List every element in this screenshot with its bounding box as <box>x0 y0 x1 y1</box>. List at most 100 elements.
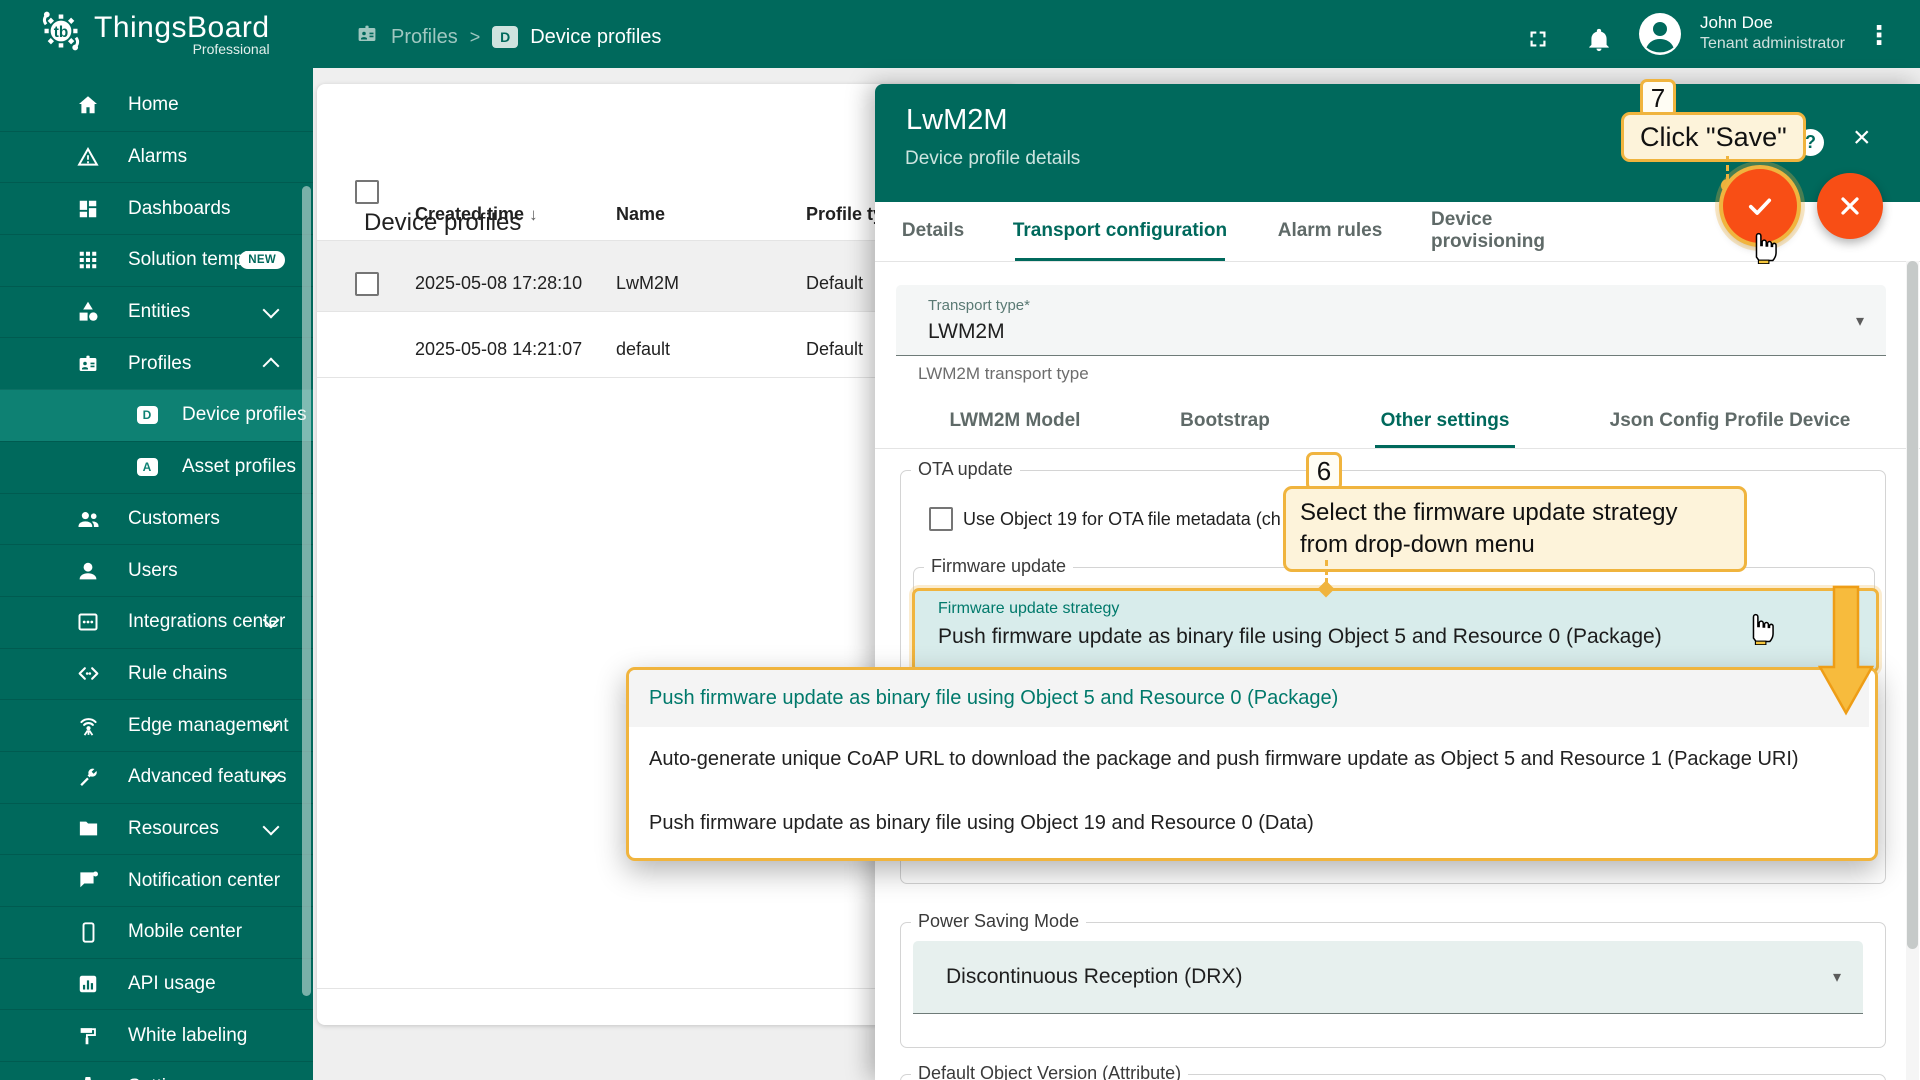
step-7-callout: Click "Save" <box>1621 112 1806 162</box>
tab-transport-configuration[interactable]: Transport configuration <box>1007 202 1233 260</box>
user-avatar[interactable] <box>1638 12 1682 61</box>
more-menu-icon[interactable]: ⋮ <box>1866 20 1892 51</box>
logo-title: ThingsBoard <box>94 11 270 45</box>
cell-profile-type[interactable]: Default <box>806 273 863 294</box>
sidebar-item-dashboards[interactable]: Dashboards <box>0 182 313 234</box>
sidebar-item-solution-templates[interactable]: Solution templates NEW <box>0 234 313 286</box>
app-logo[interactable]: tb ThingsBoard Professional <box>38 8 270 59</box>
firmware-strategy-dropdown: Push firmware update as binary file usin… <box>626 667 1878 861</box>
sidebar-item-asset-profiles[interactable]: A Asset profiles <box>0 441 313 493</box>
sidebar-item-settings[interactable]: Settings <box>0 1061 313 1080</box>
breadcrumb-current: Device profiles <box>530 26 661 49</box>
sidebar-item-rule-chains[interactable]: Rule chains <box>0 648 313 700</box>
panel-title: LwM2M <box>906 104 1008 137</box>
sub-tab-bootstrap[interactable]: Bootstrap <box>1170 396 1280 446</box>
panel-scrollbar[interactable] <box>1906 261 1919 1080</box>
sidebar-item-resources[interactable]: Resources <box>0 803 313 855</box>
sidebar-item-white-labeling[interactable]: White labeling <box>0 1009 313 1061</box>
active-sub-tab-underline <box>1375 445 1515 448</box>
transport-type-select[interactable]: Transport type* LWM2M ▾ <box>896 285 1886 356</box>
column-header-profile-type[interactable]: Profile ty <box>806 204 883 225</box>
sidebar-scrollbar[interactable] <box>302 186 311 996</box>
new-badge: NEW <box>239 251 285 269</box>
sidebar-item-alarms[interactable]: Alarms <box>0 131 313 183</box>
dropdown-option-3[interactable]: Push firmware update as binary file usin… <box>629 791 1869 855</box>
row-checkbox[interactable] <box>355 272 379 296</box>
breadcrumb-separator: > <box>470 27 481 48</box>
step-7-connector <box>1726 156 1729 180</box>
breadcrumb: Profiles > D Device profiles <box>355 22 661 52</box>
select-all-checkbox[interactable] <box>355 180 379 204</box>
user-info[interactable]: John Doe Tenant administrator <box>1700 12 1845 54</box>
sidebar-item-integrations-center[interactable]: Integrations center <box>0 596 313 648</box>
entities-icon <box>74 298 102 326</box>
default-object-version-legend: Default Object Version (Attribute) <box>911 1063 1188 1080</box>
cancel-button[interactable] <box>1817 173 1883 239</box>
chevron-down-icon <box>263 302 280 319</box>
tab-device-provisioning[interactable]: Device provisioning <box>1431 202 1611 260</box>
fullscreen-icon[interactable] <box>1528 29 1548 54</box>
breadcrumb-parent[interactable]: Profiles <box>391 26 458 49</box>
dashboards-icon <box>74 195 102 223</box>
resources-icon <box>74 815 102 843</box>
cell-created-time[interactable]: 2025-05-08 17:28:10 <box>415 273 582 294</box>
step-6-callout: Select the firmware update strategy from… <box>1283 486 1747 572</box>
sort-desc-icon: ↓ <box>529 205 538 224</box>
firmware-update-strategy-select[interactable]: Firmware update strategy Push firmware u… <box>912 588 1879 673</box>
sidebar-item-home[interactable]: Home <box>0 80 313 131</box>
column-header-created-time[interactable]: Created time ↓ <box>415 204 538 225</box>
top-header: tb ThingsBoard Professional Profiles > <box>0 0 1920 68</box>
rule-chains-icon <box>74 660 102 688</box>
default-object-version-fieldset: Default Object Version (Attribute) <box>900 1074 1886 1080</box>
sub-tab-json-config-profile-device[interactable]: Json Config Profile Device <box>1605 396 1855 446</box>
alarms-icon <box>74 143 102 171</box>
column-header-name[interactable]: Name <box>616 204 665 225</box>
dropdown-option-1[interactable]: Push firmware update as binary file usin… <box>629 670 1869 727</box>
chevron-down-icon: ▾ <box>1856 311 1864 331</box>
settings-gear-icon <box>74 1073 102 1080</box>
users-icon <box>74 557 102 585</box>
panel-scrollbar-thumb[interactable] <box>1907 261 1918 949</box>
power-saving-mode-select[interactable]: Discontinuous Reception (DRX) ▾ <box>913 941 1863 1014</box>
annotation-arrow-down <box>1810 585 1880 717</box>
edge-management-icon <box>74 712 102 740</box>
cell-profile-type[interactable]: Default <box>806 339 863 360</box>
chevron-down-icon <box>263 818 280 835</box>
panel-subtitle: Device profile details <box>905 148 1080 170</box>
cell-created-time[interactable]: 2025-05-08 14:21:07 <box>415 339 582 360</box>
asset-profiles-icon: A <box>133 453 161 481</box>
sidebar-item-advanced-features[interactable]: Advanced features <box>0 751 313 803</box>
sidebar-item-notification-center[interactable]: Notification center <box>0 854 313 906</box>
sidebar-item-edge-management[interactable]: Edge management <box>0 699 313 751</box>
home-icon <box>74 91 102 119</box>
solution-templates-icon <box>74 246 102 274</box>
user-name: John Doe <box>1700 12 1845 34</box>
sidebar-item-profiles[interactable]: Profiles <box>0 337 313 389</box>
cell-name[interactable]: default <box>616 339 670 360</box>
dropdown-option-2[interactable]: Auto-generate unique CoAP URL to downloa… <box>629 727 1869 791</box>
close-icon[interactable]: × <box>1853 123 1871 153</box>
mobile-center-icon <box>74 918 102 946</box>
tab-alarm-rules[interactable]: Alarm rules <box>1275 202 1385 260</box>
svg-text:tb: tb <box>54 24 68 41</box>
tab-details[interactable]: Details <box>893 202 973 260</box>
sidebar-item-entities[interactable]: Entities <box>0 286 313 338</box>
transport-type-hint: LWM2M transport type <box>918 364 1089 384</box>
hand-cursor <box>1745 224 1779 264</box>
ota-object19-checkbox[interactable] <box>929 507 953 531</box>
sidebar-item-device-profiles[interactable]: D Device profiles <box>0 389 313 441</box>
cell-name[interactable]: LwM2M <box>616 273 679 294</box>
check-icon <box>1743 189 1777 223</box>
active-tab-underline <box>1015 258 1225 261</box>
sub-tab-other-settings[interactable]: Other settings <box>1370 396 1520 446</box>
chevron-up-icon <box>263 357 280 374</box>
sidebar-item-users[interactable]: Users <box>0 544 313 596</box>
sidebar-item-customers[interactable]: Customers <box>0 493 313 545</box>
power-saving-mode-fieldset: Power Saving Mode Discontinuous Receptio… <box>900 922 1886 1048</box>
firmware-update-legend: Firmware update <box>924 556 1073 577</box>
sidebar-item-api-usage[interactable]: API usage <box>0 958 313 1010</box>
lwm2m-sub-tab-bar: LWM2M Model Bootstrap Other settings Jso… <box>875 396 1920 449</box>
sub-tab-lwm2m-model[interactable]: LWM2M Model <box>940 396 1090 446</box>
notifications-bell-icon[interactable] <box>1586 26 1612 59</box>
sidebar-item-mobile-center[interactable]: Mobile center <box>0 906 313 958</box>
